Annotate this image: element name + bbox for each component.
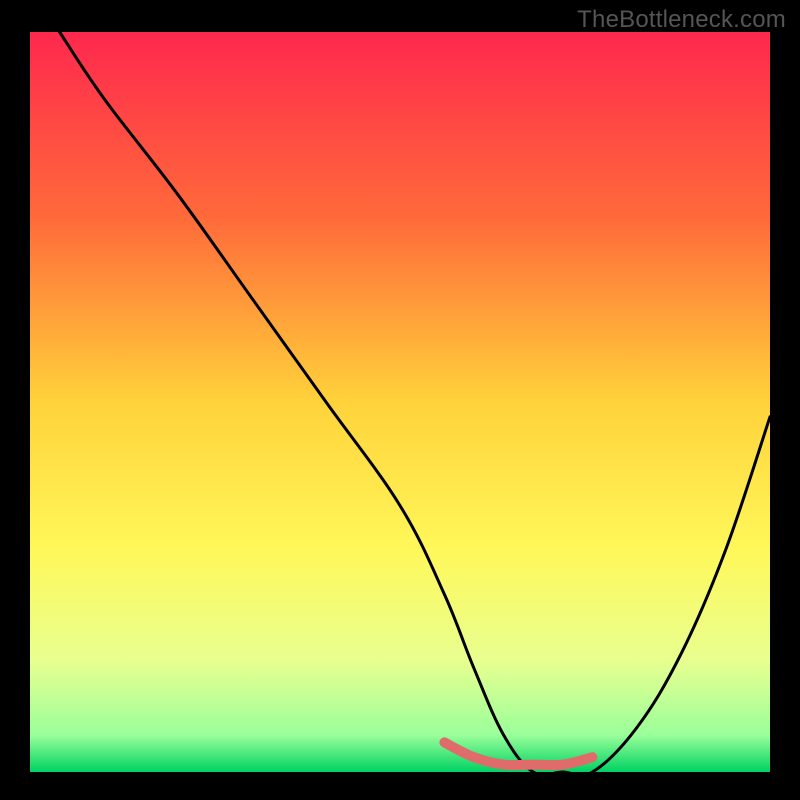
chart-container: TheBottleneck.com (0, 0, 800, 800)
bottleneck-chart (0, 0, 800, 800)
gradient-background (30, 32, 770, 772)
watermark-text: TheBottleneck.com (577, 6, 786, 34)
